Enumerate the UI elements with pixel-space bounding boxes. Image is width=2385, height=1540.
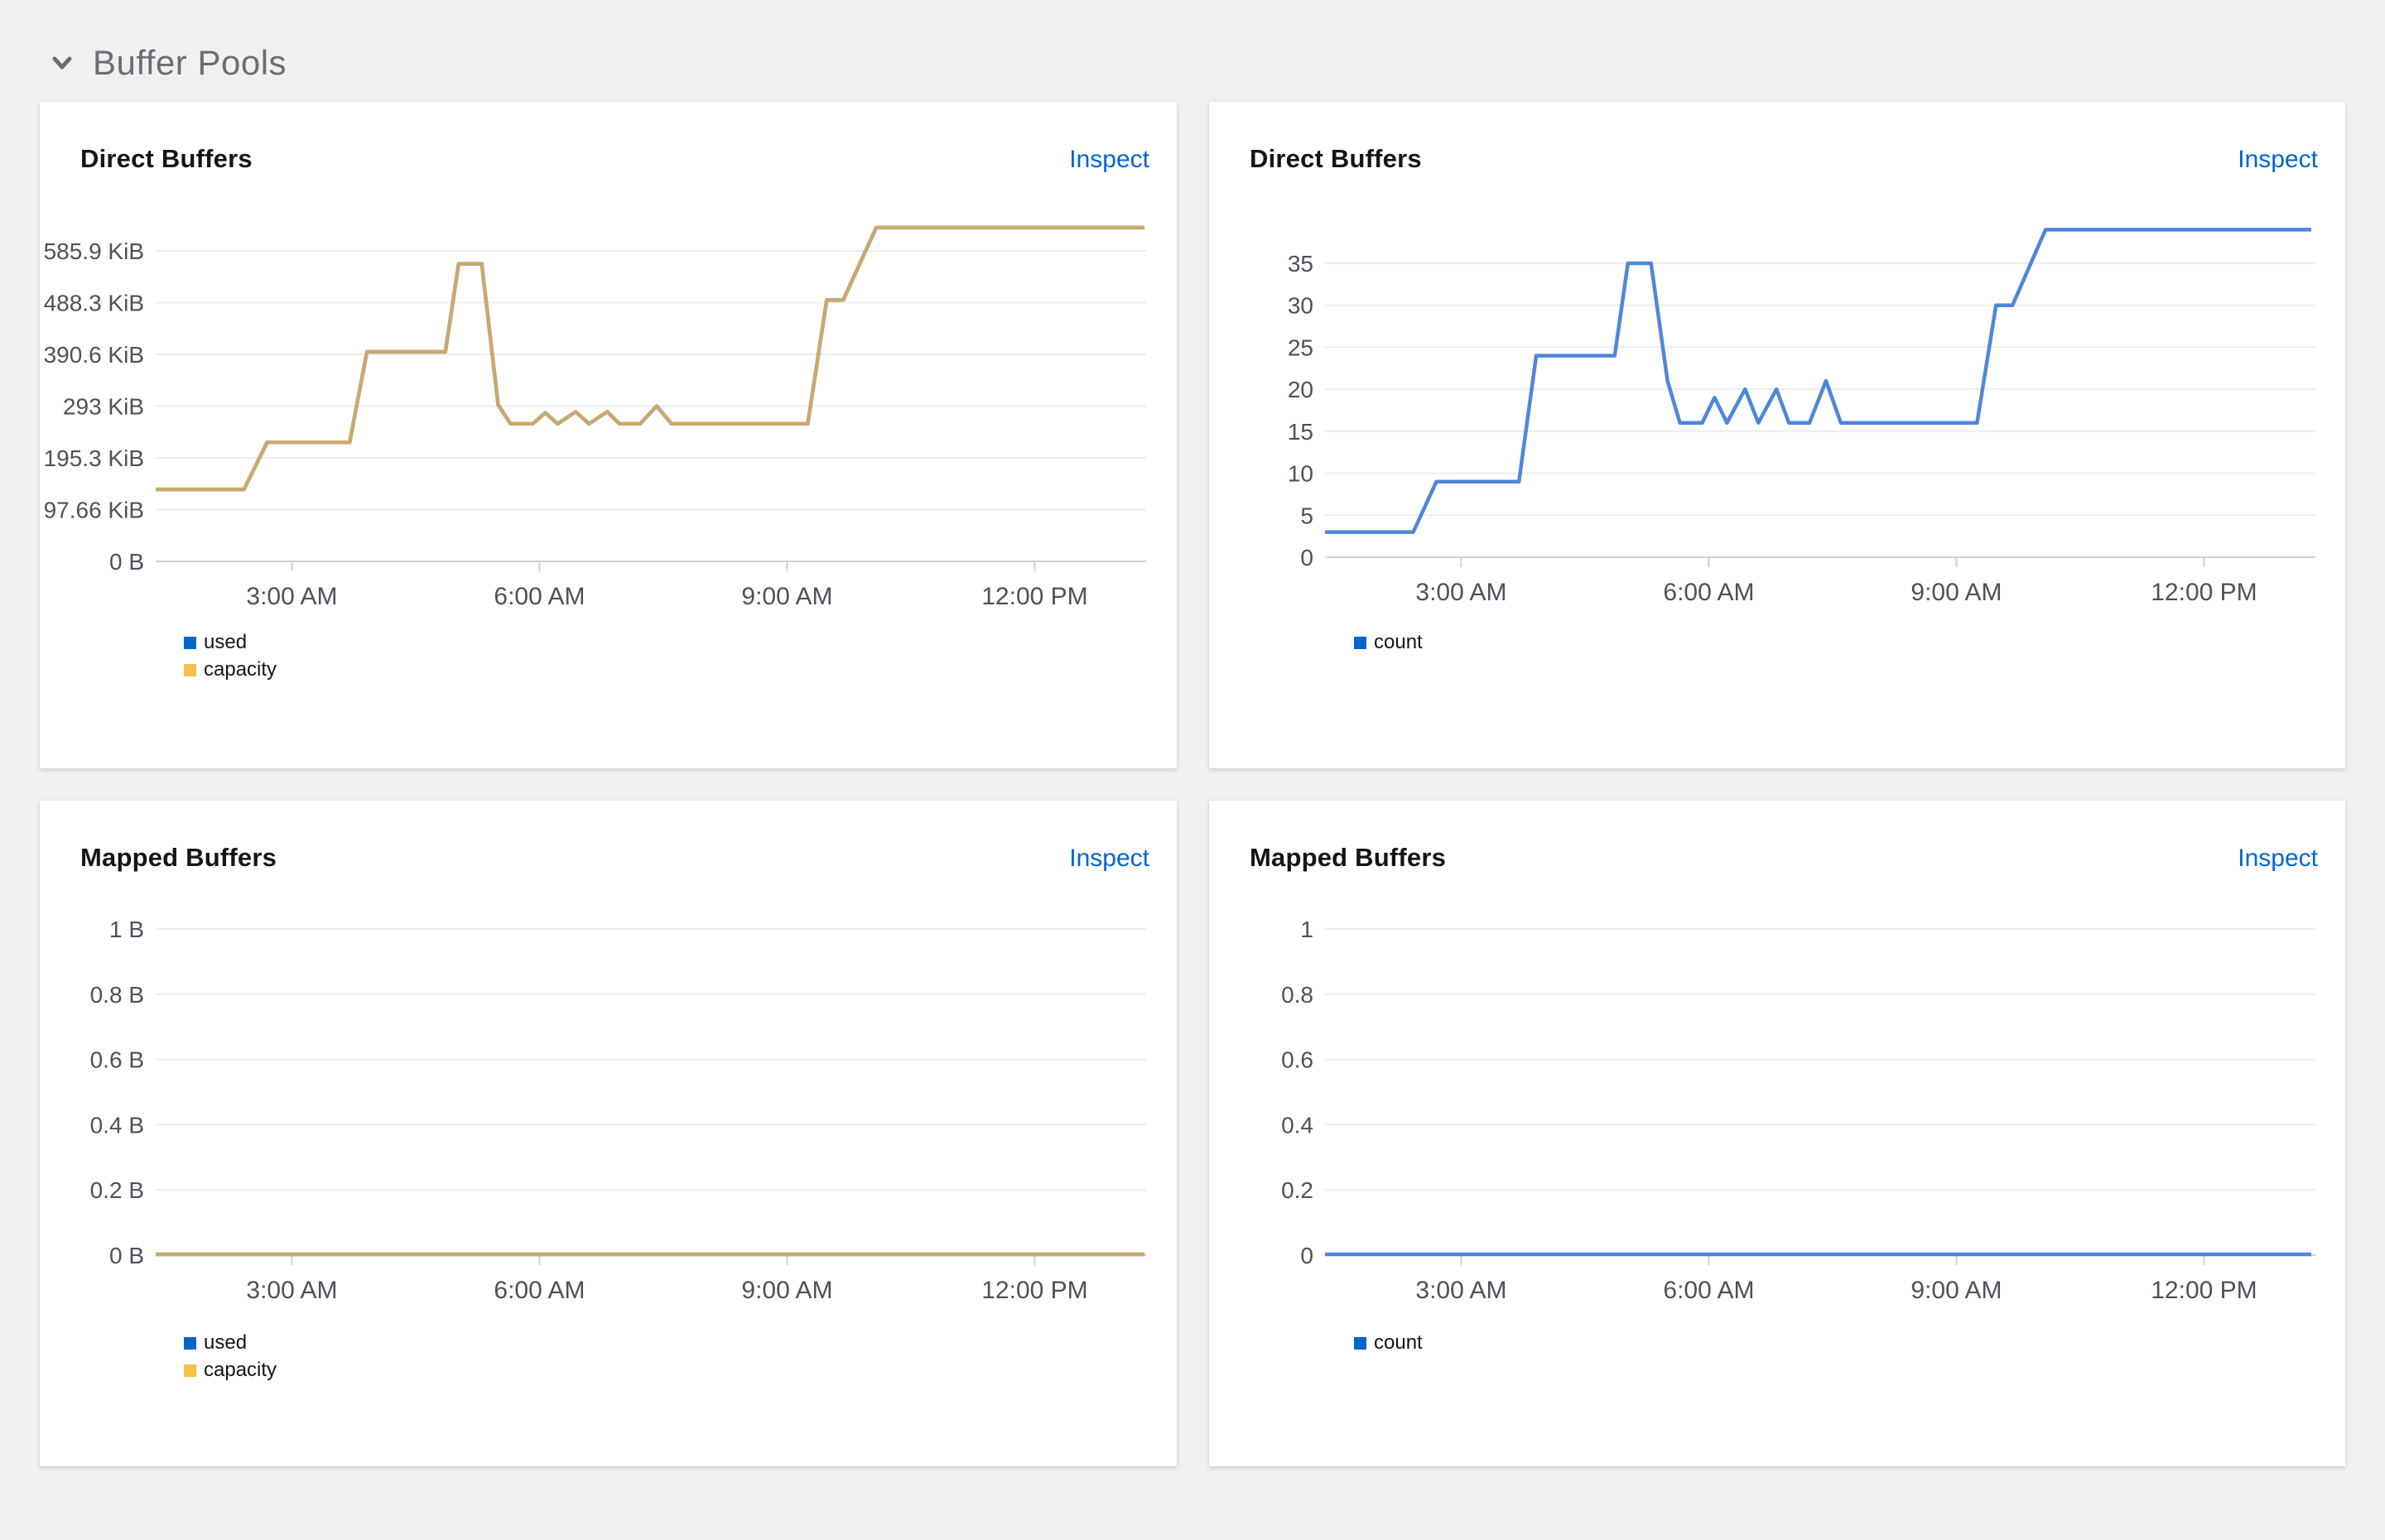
section-title: Buffer Pools [93,40,287,86]
legend-item-capacity: capacity [184,1360,277,1381]
inspect-link[interactable]: Inspect [1069,145,1149,175]
inspect-link[interactable]: Inspect [1069,844,1149,873]
legend-item-count: count [1354,1332,1423,1354]
legend-label: capacity [204,659,277,681]
legend-swatch-used [184,1337,196,1350]
card-title: Mapped Buffers [1250,842,1446,873]
legend-swatch-count [1354,637,1366,649]
card-mapped-buffers-memory: Mapped Buffers Inspect used capacity [40,801,1177,1466]
legend-label: used [204,632,247,653]
chart-legend: used capacity [184,632,277,681]
legend-item-used: used [184,1332,277,1354]
chart-legend: count [1354,1332,1423,1354]
chart-legend: count [1354,632,1423,653]
chevron-down-icon [48,49,76,77]
inspect-link[interactable]: Inspect [2238,145,2318,175]
buffer-pools-page: Buffer Pools Direct Buffers Inspect used… [0,0,2385,1540]
legend-swatch-count [1354,1337,1366,1350]
legend-item-capacity: capacity [184,659,277,681]
card-title: Mapped Buffers [80,842,277,873]
chart-legend: used capacity [184,1332,277,1381]
legend-label: count [1374,632,1423,653]
card-title: Direct Buffers [80,143,253,175]
card-mapped-buffers-count: Mapped Buffers Inspect count [1209,801,2345,1466]
section-toggle-buffer-pools[interactable]: Buffer Pools [48,40,287,86]
card-direct-buffers-memory: Direct Buffers Inspect used capacity [40,102,1177,768]
legend-item-used: used [184,632,277,653]
inspect-link[interactable]: Inspect [2238,844,2318,873]
card-direct-buffers-count: Direct Buffers Inspect count [1209,102,2345,768]
legend-swatch-capacity [184,1364,196,1377]
legend-item-count: count [1354,632,1423,653]
legend-label: used [204,1332,247,1354]
legend-label: count [1374,1332,1423,1354]
legend-swatch-used [184,637,196,649]
card-title: Direct Buffers [1250,143,1422,175]
legend-swatch-capacity [184,664,196,676]
legend-label: capacity [204,1360,277,1381]
